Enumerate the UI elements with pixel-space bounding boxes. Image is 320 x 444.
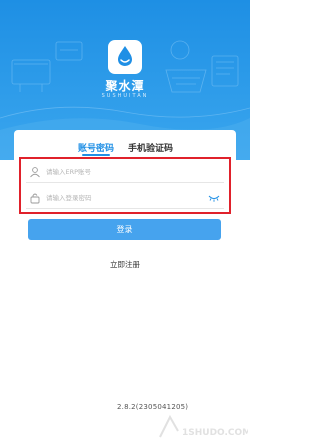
tab-account-password[interactable]: 账号密码 (78, 141, 114, 154)
brand-title: 聚水潭 (105, 79, 145, 93)
watermark-logo: 1SHUDO.COM (159, 414, 248, 438)
brand-subtitle: SUSHUITAN (101, 93, 149, 99)
water-drop-logo-icon (118, 46, 132, 66)
active-tab-indicator (82, 154, 110, 156)
tab-sms-code[interactable]: 手机验证码 (128, 141, 173, 154)
input-highlight-frame (19, 157, 231, 214)
app-version: 2.8.2(2305041205) (117, 403, 189, 411)
app-logo (108, 40, 142, 74)
watermark-text: 1SHUDO.COM (182, 428, 248, 438)
register-link[interactable]: 立即注册 (0, 259, 250, 270)
login-button[interactable]: 登录 (28, 219, 221, 240)
